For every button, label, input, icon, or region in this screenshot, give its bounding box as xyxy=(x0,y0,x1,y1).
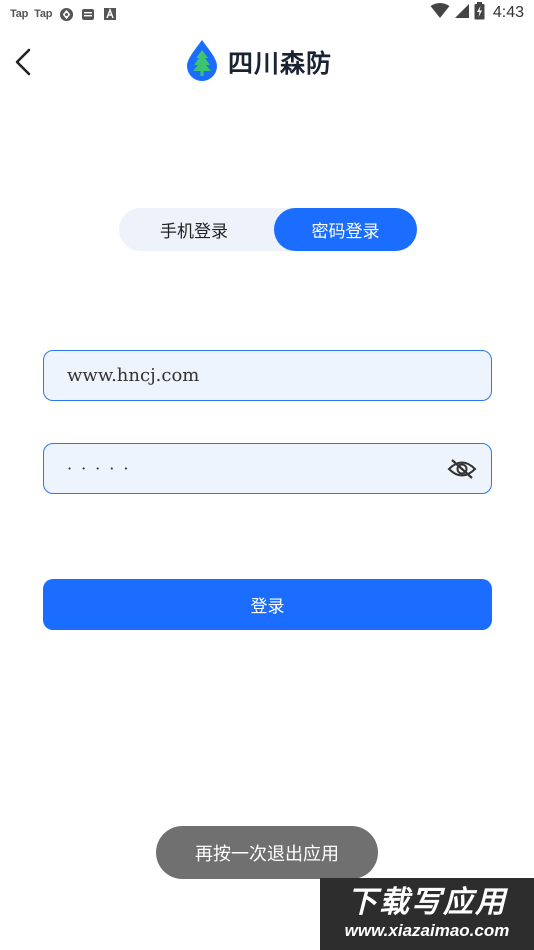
signal-icon xyxy=(454,3,470,23)
password-visibility-toggle[interactable] xyxy=(447,455,477,483)
login-button[interactable]: 登录 xyxy=(43,579,492,630)
back-button[interactable] xyxy=(6,42,40,82)
status-bar: Tap Tap 4:43 xyxy=(0,0,534,28)
status-app-label-2: Tap xyxy=(34,8,53,20)
chevron-left-icon xyxy=(15,48,31,76)
tree-drop-logo-icon xyxy=(186,39,218,85)
tab-password-login[interactable]: 密码登录 xyxy=(274,208,417,251)
password-input[interactable] xyxy=(67,444,427,493)
battery-charging-icon xyxy=(474,2,485,24)
game-controller-icon xyxy=(58,6,74,22)
watermark-url: www.xiazaimao.com xyxy=(344,921,510,940)
app-header: 四川森防 xyxy=(0,28,534,96)
watermark-title: 下载写应用 xyxy=(347,885,507,920)
brand: 四川森防 xyxy=(186,40,332,84)
exit-toast: 再按一次退出应用 xyxy=(156,826,378,879)
login-mode-tabs: 手机登录 密码登录 xyxy=(119,208,417,251)
status-app-label-1: Tap xyxy=(10,8,29,20)
password-field xyxy=(43,443,492,494)
username-input[interactable] xyxy=(67,351,467,400)
app-title: 四川森防 xyxy=(228,49,333,78)
username-field xyxy=(43,350,492,401)
eye-off-icon xyxy=(447,459,477,479)
status-left: Tap Tap xyxy=(10,5,118,23)
tab-phone-login[interactable]: 手机登录 xyxy=(119,208,269,251)
message-icon xyxy=(80,6,96,22)
status-time: 4:43 xyxy=(492,4,524,21)
wifi-icon xyxy=(430,3,450,23)
status-right: 4:43 xyxy=(430,2,524,24)
font-a-icon xyxy=(102,6,118,22)
site-watermark: 下载写应用 www.xiazaimao.com xyxy=(320,878,534,950)
